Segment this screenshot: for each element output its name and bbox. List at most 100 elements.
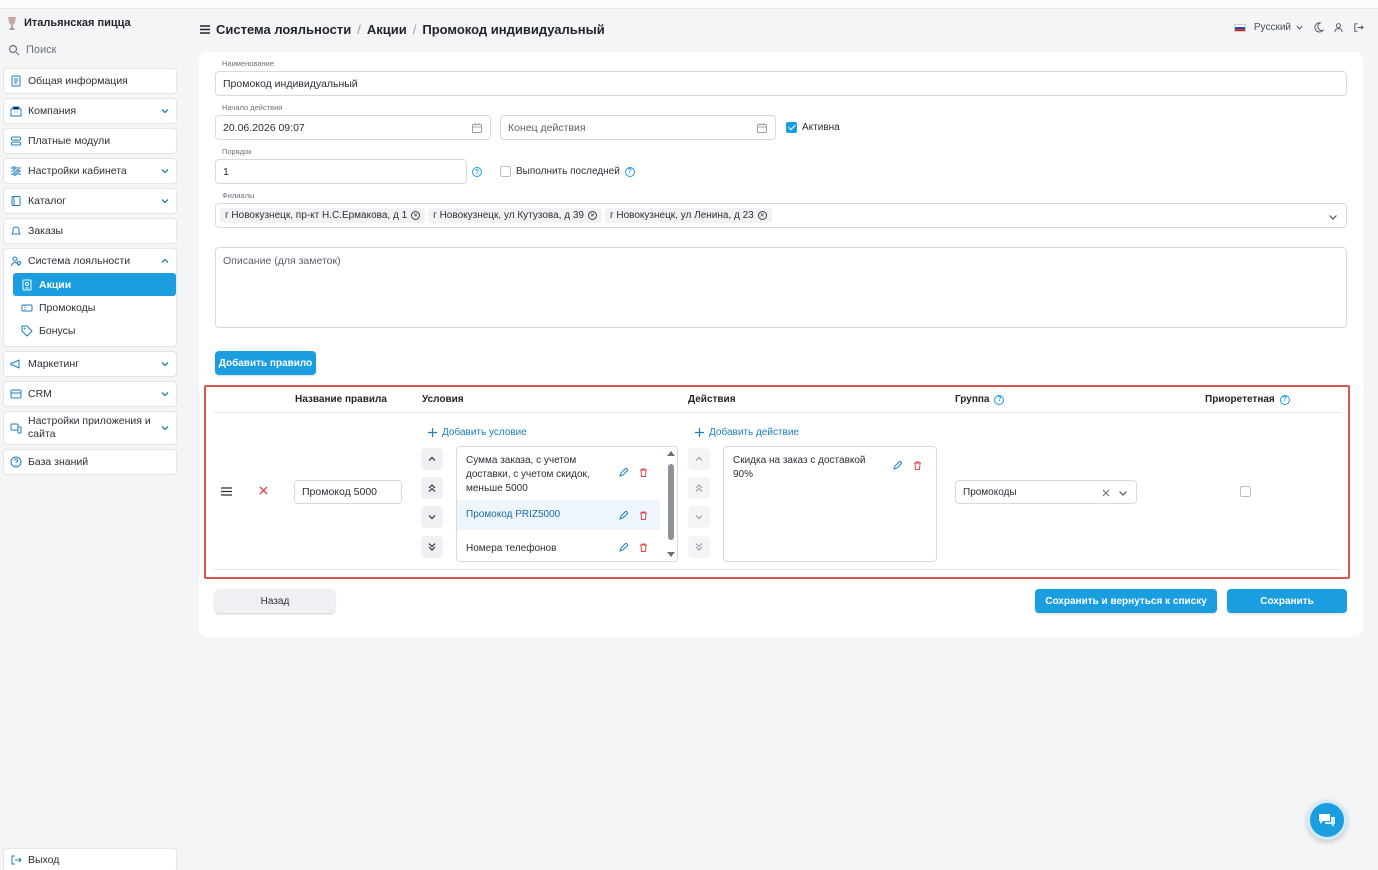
active-label: Активна	[802, 122, 840, 133]
sidebar-item-cabinet-settings[interactable]: Настройки кабинета	[3, 158, 177, 184]
back-button[interactable]: Назад	[215, 589, 335, 613]
add-action-link[interactable]: Добавить действие	[695, 427, 799, 438]
header-actions: Русский	[1233, 22, 1364, 33]
execute-last-help-icon[interactable]: ?	[624, 166, 635, 177]
edit-pencil-icon[interactable]	[893, 461, 902, 470]
save-and-return-button[interactable]: Сохранить и вернуться к списку	[1035, 589, 1217, 613]
sidebar-item-app-settings[interactable]: Настройки приложения и сайта	[3, 411, 177, 445]
trash-icon[interactable]	[913, 461, 922, 470]
edit-pencil-icon[interactable]	[619, 511, 628, 520]
sidebar-search[interactable]: Поиск	[8, 44, 56, 56]
sidebar-item-catalog[interactable]: Каталог	[3, 188, 177, 214]
sidebar-subitem-bonuses[interactable]: Бонусы	[13, 319, 176, 342]
logout-icon[interactable]	[1353, 22, 1364, 33]
sidebar-item-orders[interactable]: Заказы	[3, 218, 177, 244]
branches-select[interactable]: г Новокузнецк, пр-кт Н.С.Ермакова, д 1 ✕ …	[215, 203, 1347, 228]
trash-icon[interactable]	[639, 511, 648, 520]
action-move-top-button[interactable]	[688, 477, 710, 499]
menu-icon[interactable]	[200, 25, 210, 34]
group-select[interactable]: Промокоды	[955, 480, 1137, 504]
double-chevron-down-icon	[428, 543, 436, 551]
branches-label: Филиалы	[222, 191, 255, 200]
chat-button[interactable]	[1307, 800, 1347, 840]
bell-icon	[11, 226, 21, 235]
language-selector[interactable]: Русский	[1233, 22, 1304, 33]
active-checkbox[interactable]	[786, 122, 797, 133]
sidebar-item-paid-modules[interactable]: Платные модули	[3, 128, 177, 154]
add-condition-label: Добавить условие	[442, 427, 527, 438]
megaphone-icon	[10, 359, 20, 369]
sidebar-item-loyalty[interactable]: Система лояльности	[4, 249, 176, 273]
condition-item[interactable]: Номера телефонов	[457, 542, 660, 556]
name-label: Наименование	[222, 59, 274, 68]
group-help-icon[interactable]: ?	[994, 394, 1005, 405]
scroll-up-arrow-icon[interactable]	[667, 450, 675, 456]
brand[interactable]: Итальянская пицца	[6, 16, 131, 30]
scrollbar-thumb[interactable]	[668, 464, 674, 540]
chevron-down-icon	[1329, 215, 1337, 220]
add-condition-link[interactable]: Добавить условие	[428, 427, 527, 438]
sidebar-item-crm[interactable]: CRM	[3, 381, 177, 407]
add-rule-button[interactable]: Добавить правило	[215, 351, 316, 375]
remove-chip-icon[interactable]: ✕	[411, 211, 421, 220]
condition-item[interactable]: Сумма заказа, с учетом доставки, с учето…	[457, 454, 660, 496]
remove-chip-icon[interactable]: ✕	[587, 211, 597, 220]
execute-last-toggle[interactable]: Выполнить последней ?	[500, 166, 635, 177]
trash-icon[interactable]	[639, 468, 648, 477]
scroll-down-arrow-icon[interactable]	[667, 552, 675, 558]
sidebar-item-knowledge-base[interactable]: База знаний	[3, 449, 177, 475]
condition-item[interactable]: Промокод PRIZ5000	[457, 500, 660, 530]
action-item[interactable]: Скидка на заказ с доставкой 90%	[724, 454, 936, 482]
chevron-down-icon	[161, 426, 169, 431]
active-toggle[interactable]: Активна	[786, 122, 840, 133]
trash-icon[interactable]	[639, 543, 648, 552]
sidebar-subitem-promotions[interactable]: Акции	[13, 273, 176, 296]
priority-checkbox[interactable]	[1240, 486, 1251, 497]
rule-name-value: Промокод 5000	[302, 486, 378, 498]
sidebar-nav: Общая информация Компания Платные модули…	[3, 68, 177, 479]
user-icon[interactable]	[1333, 22, 1344, 33]
sidebar-item-general-info[interactable]: Общая информация	[3, 68, 177, 94]
sidebar-item-marketing[interactable]: Маркетинг	[3, 351, 177, 377]
order-help-icon[interactable]: ?	[472, 167, 482, 177]
breadcrumb-promotions[interactable]: Акции	[367, 22, 407, 37]
sidebar-item-label: База знаний	[28, 456, 89, 468]
breadcrumb: Система лояльности / Акции / Промокод ин…	[200, 22, 605, 37]
description-textarea[interactable]: Описание (для заметок)	[215, 247, 1347, 328]
search-placeholder: Поиск	[26, 44, 57, 56]
edit-pencil-icon[interactable]	[619, 468, 628, 477]
breadcrumb-separator: /	[357, 22, 361, 37]
move-down-button[interactable]	[421, 506, 443, 528]
breadcrumb-loyalty[interactable]: Система лояльности	[216, 22, 351, 37]
question-circle-icon	[10, 456, 22, 468]
move-bottom-button[interactable]	[421, 536, 443, 558]
rule-name-input[interactable]: Промокод 5000	[294, 480, 402, 504]
logout-button[interactable]: Выход	[3, 848, 177, 870]
delete-rule-icon[interactable]	[259, 486, 268, 495]
end-date-input[interactable]: Конец действия	[500, 115, 776, 140]
sidebar-item-label: CRM	[28, 388, 52, 400]
chevron-down-icon	[161, 362, 169, 367]
brand-name: Итальянская пицца	[24, 17, 131, 29]
execute-last-checkbox[interactable]	[500, 166, 511, 177]
chevron-up-icon	[428, 456, 436, 461]
name-input[interactable]: Промокод индивидуальный	[215, 71, 1347, 96]
sidebar-item-company[interactable]: Компания	[3, 98, 177, 124]
sidebar-item-label: Настройки кабинета	[28, 165, 127, 177]
order-input[interactable]: 1	[215, 159, 467, 184]
move-top-button[interactable]	[421, 477, 443, 499]
sidebar-subitem-promocodes[interactable]: Промокоды	[13, 296, 176, 319]
remove-chip-icon[interactable]: ✕	[757, 211, 767, 220]
moon-icon[interactable]	[1313, 22, 1324, 33]
drag-handle-icon[interactable]	[221, 487, 232, 496]
priority-help-icon[interactable]: ?	[1279, 394, 1290, 405]
move-up-button[interactable]	[421, 448, 443, 470]
action-move-up-button[interactable]	[688, 448, 710, 470]
save-button[interactable]: Сохранить	[1227, 589, 1347, 613]
action-move-bottom-button[interactable]	[688, 536, 710, 558]
branch-chip-label: г Новокузнецк, ул Кутузова, д 39	[433, 210, 584, 221]
action-move-down-button[interactable]	[688, 506, 710, 528]
clear-icon[interactable]	[1102, 489, 1110, 497]
edit-pencil-icon[interactable]	[619, 543, 628, 552]
start-date-input[interactable]: 20.06.2026 09:07	[215, 115, 491, 140]
